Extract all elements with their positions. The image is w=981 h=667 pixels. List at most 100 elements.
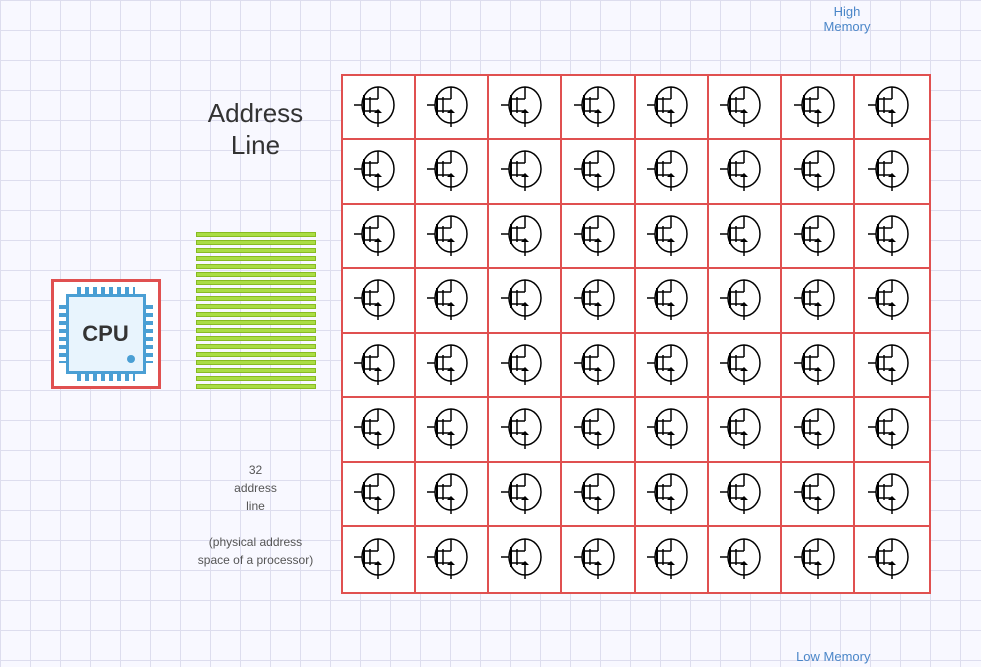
address-stripe xyxy=(196,360,316,365)
memory-row xyxy=(343,463,929,528)
address-stripe xyxy=(196,264,316,269)
memory-cell xyxy=(782,398,855,461)
memory-cell xyxy=(343,269,416,332)
memory-cell xyxy=(636,334,709,397)
address-stripe xyxy=(196,248,316,253)
memory-cell xyxy=(416,398,489,461)
memory-cell xyxy=(562,269,635,332)
memory-cell xyxy=(343,205,416,268)
memory-cell xyxy=(343,334,416,397)
memory-cell xyxy=(782,334,855,397)
address-stripe xyxy=(196,384,316,389)
memory-cell xyxy=(489,527,562,592)
memory-cell xyxy=(855,140,928,203)
address-lines-container xyxy=(196,171,316,451)
memory-cell xyxy=(489,398,562,461)
cpu-box: CPU xyxy=(51,279,161,389)
memory-cell xyxy=(343,398,416,461)
memory-cell xyxy=(416,463,489,526)
address-stripe xyxy=(196,344,316,349)
memory-cell xyxy=(343,463,416,526)
memory-cell xyxy=(709,398,782,461)
memory-cell xyxy=(709,140,782,203)
address-stripe xyxy=(196,296,316,301)
address-stripe xyxy=(196,368,316,373)
memory-cell xyxy=(855,205,928,268)
memory-cell xyxy=(562,205,635,268)
address-section: AddressLine 32addressline(physical addre… xyxy=(171,98,341,568)
memory-row xyxy=(343,140,929,205)
memory-grid xyxy=(341,74,931,594)
memory-cell xyxy=(489,205,562,268)
address-stripe xyxy=(196,328,316,333)
memory-cell xyxy=(343,527,416,592)
memory-cell xyxy=(709,527,782,592)
memory-row xyxy=(343,269,929,334)
memory-row xyxy=(343,205,929,270)
memory-cell xyxy=(782,205,855,268)
address-stripe xyxy=(196,320,316,325)
address-caption: 32addressline(physical addressspace of a… xyxy=(198,461,313,569)
memory-cell xyxy=(636,205,709,268)
address-stripe xyxy=(196,272,316,277)
memory-cell xyxy=(855,269,928,332)
memory-cell xyxy=(636,269,709,332)
high-memory-label: High Memory xyxy=(824,4,871,35)
main-container: High Memory Low Memory CPU AddressLine xyxy=(0,0,981,667)
memory-cell xyxy=(489,269,562,332)
memory-cell xyxy=(782,140,855,203)
memory-cell xyxy=(855,398,928,461)
cpu-left-pins xyxy=(59,305,66,363)
cpu-chip: CPU xyxy=(66,294,146,374)
memory-cell xyxy=(416,334,489,397)
address-stripe xyxy=(196,256,316,261)
memory-cell xyxy=(636,527,709,592)
memory-cell xyxy=(562,398,635,461)
address-stripe xyxy=(196,240,316,245)
memory-cell xyxy=(636,463,709,526)
address-title: AddressLine xyxy=(208,98,303,160)
memory-cell xyxy=(562,76,635,139)
memory-cell xyxy=(782,463,855,526)
memory-cell xyxy=(489,140,562,203)
memory-cell xyxy=(416,76,489,139)
memory-cell xyxy=(709,205,782,268)
memory-cell xyxy=(636,76,709,139)
content-area: High Memory Low Memory CPU AddressLine xyxy=(51,34,931,634)
memory-cell xyxy=(709,334,782,397)
memory-cell xyxy=(416,140,489,203)
low-memory-label: Low Memory xyxy=(796,649,870,664)
memory-cell xyxy=(562,527,635,592)
address-stripe xyxy=(196,352,316,357)
address-stripe xyxy=(196,376,316,381)
memory-cell xyxy=(709,463,782,526)
memory-cell xyxy=(489,76,562,139)
cpu-dot xyxy=(127,355,135,363)
cpu-section: CPU xyxy=(51,279,161,389)
memory-row xyxy=(343,334,929,399)
cpu-right-pins xyxy=(146,305,153,363)
cpu-label: CPU xyxy=(82,321,128,347)
memory-cell xyxy=(562,463,635,526)
memory-cell xyxy=(562,140,635,203)
memory-cell xyxy=(416,269,489,332)
memory-cell xyxy=(855,463,928,526)
memory-row xyxy=(343,398,929,463)
memory-cell xyxy=(782,76,855,139)
memory-cell xyxy=(489,463,562,526)
memory-cell xyxy=(855,334,928,397)
memory-cell xyxy=(562,334,635,397)
memory-cell xyxy=(416,205,489,268)
memory-cell xyxy=(636,398,709,461)
memory-cell xyxy=(782,269,855,332)
address-stripe xyxy=(196,336,316,341)
memory-cell xyxy=(343,140,416,203)
address-stripe xyxy=(196,288,316,293)
address-stripe xyxy=(196,232,316,237)
memory-cell xyxy=(636,140,709,203)
memory-cell xyxy=(855,527,928,592)
memory-cell xyxy=(855,76,928,139)
memory-row xyxy=(343,76,929,141)
address-stripe xyxy=(196,304,316,309)
memory-cell xyxy=(709,269,782,332)
